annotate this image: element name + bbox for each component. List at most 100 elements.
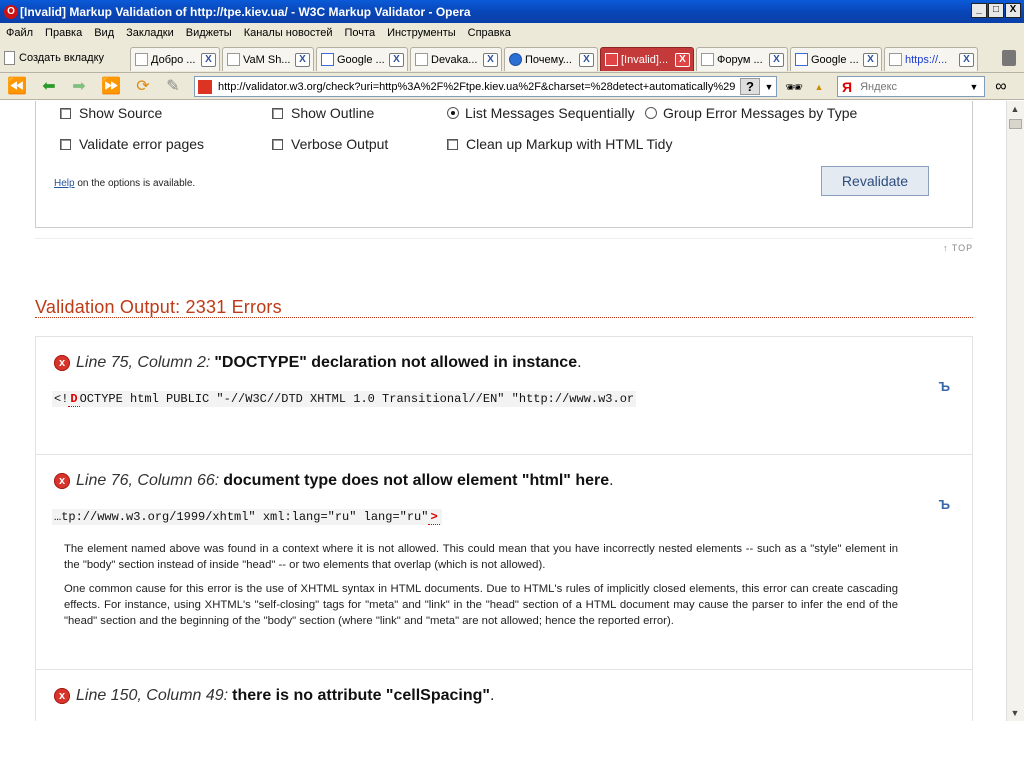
- radio-selected[interactable]: [447, 107, 459, 119]
- zoom-glasses-icon[interactable]: ∞: [990, 77, 1012, 97]
- vertical-scrollbar[interactable]: ▲ ▼: [1006, 101, 1024, 721]
- error-icon: x: [54, 355, 70, 371]
- menu-bookmarks[interactable]: Закладки: [120, 27, 180, 39]
- rewind-icon[interactable]: ⏪: [6, 77, 28, 97]
- edit-icon[interactable]: ✎: [162, 77, 184, 97]
- menu-mail[interactable]: Почта: [339, 27, 382, 39]
- minimize-button[interactable]: _: [971, 3, 987, 18]
- close-tab-icon[interactable]: X: [295, 52, 310, 67]
- explanation-toggle-icon[interactable]: Ъ: [939, 497, 950, 512]
- tab-label: Devaka...: [431, 53, 478, 66]
- divider: [35, 238, 973, 239]
- error-position-marker: >: [428, 510, 440, 525]
- rma-icon[interactable]: ▲: [808, 77, 830, 97]
- tab-2[interactable]: VaM Sh... X: [222, 47, 314, 71]
- maximize-button[interactable]: □: [988, 3, 1004, 18]
- tab-label: Google ...: [337, 53, 385, 66]
- help-icon[interactable]: ?: [740, 78, 760, 95]
- menu-view[interactable]: Вид: [88, 27, 120, 39]
- menu-file[interactable]: Файл: [0, 27, 39, 39]
- document-icon: [135, 53, 148, 66]
- tab-1[interactable]: Добро ... X: [130, 47, 220, 71]
- checkbox[interactable]: [447, 138, 458, 150]
- tab-7[interactable]: Форум ... X: [696, 47, 788, 71]
- option-list-sequential[interactable]: List Messages Sequentially: [447, 105, 635, 121]
- error-message: x Line 75, Column 2: "DOCTYPE" declarati…: [35, 336, 973, 455]
- tab-label: Добро ...: [151, 53, 196, 66]
- checkbox[interactable]: [60, 107, 71, 119]
- forward-icon[interactable]: ➡: [68, 77, 90, 97]
- option-group-by-type[interactable]: Group Error Messages by Type: [645, 105, 857, 121]
- option-show-source[interactable]: Show Source: [60, 105, 162, 121]
- document-icon: [415, 53, 428, 66]
- menu-tools[interactable]: Инструменты: [381, 27, 462, 39]
- menu-help[interactable]: Справка: [462, 27, 517, 39]
- error-explanation: The element named above was found in a c…: [64, 541, 898, 637]
- reload-icon[interactable]: ⟳: [132, 77, 154, 97]
- new-tab-button[interactable]: Создать вкладку: [4, 47, 124, 69]
- error-icon: x: [54, 473, 70, 489]
- fast-forward-icon[interactable]: ⏩: [100, 77, 122, 97]
- close-tab-icon[interactable]: X: [201, 52, 216, 67]
- back-icon[interactable]: ⬅: [38, 77, 60, 97]
- menu-bar: Файл Правка Вид Закладки Виджеты Каналы …: [0, 23, 1024, 43]
- tab-9[interactable]: https://... X: [884, 47, 978, 71]
- document-icon: [889, 53, 902, 66]
- explanation-toggle-icon[interactable]: Ъ: [939, 379, 950, 394]
- navigation-toolbar: ⏪ ⬅ ➡ ⏩ ⟳ ✎ http://validator.w3.org/chec…: [0, 73, 1024, 100]
- document-icon: [701, 53, 714, 66]
- close-tab-icon[interactable]: X: [863, 52, 878, 67]
- address-bar[interactable]: http://validator.w3.org/check?uri=http%3…: [194, 76, 777, 97]
- menu-feeds[interactable]: Каналы новостей: [238, 27, 339, 39]
- close-tab-icon[interactable]: X: [769, 52, 784, 67]
- document-icon: [4, 51, 15, 65]
- search-input[interactable]: [858, 79, 959, 94]
- scroll-thumb[interactable]: [1009, 119, 1022, 129]
- source-excerpt: <! D OCTYPE html PUBLIC "-//W3C//DTD XHTML…: [52, 391, 637, 407]
- error-text: document type does not allow element "ht…: [223, 472, 610, 489]
- search-dropdown-icon[interactable]: ▼: [966, 77, 982, 97]
- error-location: Line 76, Column 66: [76, 472, 215, 489]
- window-title: [Invalid] Markup Validation of http://tp…: [20, 4, 471, 19]
- close-tab-icon[interactable]: X: [675, 52, 690, 67]
- scroll-up-icon[interactable]: ▲: [1007, 101, 1023, 117]
- option-verbose-output[interactable]: Verbose Output: [272, 136, 388, 152]
- trash-icon[interactable]: [1002, 50, 1016, 66]
- close-tab-icon[interactable]: X: [389, 52, 404, 67]
- tab-8[interactable]: Google ... X: [790, 47, 882, 71]
- checkbox[interactable]: [272, 107, 283, 119]
- error-location: Line 75, Column 2: [76, 354, 206, 371]
- menu-edit[interactable]: Правка: [39, 27, 88, 39]
- option-validate-error-pages[interactable]: Validate error pages: [60, 136, 204, 152]
- window-title-bar[interactable]: O [Invalid] Markup Validation of http://…: [0, 0, 1024, 23]
- menu-widgets[interactable]: Виджеты: [180, 27, 238, 39]
- tab-6-active[interactable]: [Invalid]... X: [600, 47, 694, 71]
- tab-5[interactable]: Почему... X: [504, 47, 598, 71]
- tab-3[interactable]: Google ... X: [316, 47, 408, 71]
- divider: [35, 317, 973, 318]
- top-link[interactable]: ↑ TOP: [943, 243, 973, 253]
- tab-4[interactable]: Devaka... X: [410, 47, 502, 71]
- address-url[interactable]: http://validator.w3.org/check?uri=http%3…: [218, 81, 740, 93]
- spy-icon[interactable]: 🕶: [783, 77, 805, 97]
- close-tab-icon[interactable]: X: [959, 52, 974, 67]
- option-show-outline[interactable]: Show Outline: [272, 105, 374, 121]
- help-link[interactable]: Help: [54, 178, 75, 189]
- close-tab-icon[interactable]: X: [579, 52, 594, 67]
- new-tab-label: Создать вкладку: [19, 52, 105, 64]
- revalidate-button[interactable]: Revalidate: [821, 166, 929, 196]
- close-tab-icon[interactable]: X: [483, 52, 498, 67]
- close-window-button[interactable]: X: [1005, 3, 1021, 18]
- tab-label: VaM Sh...: [243, 53, 291, 66]
- checkbox[interactable]: [272, 138, 283, 150]
- error-position-marker: D: [68, 392, 80, 407]
- scroll-down-icon[interactable]: ▼: [1007, 705, 1023, 721]
- chevron-down-icon[interactable]: ▼: [762, 82, 776, 92]
- radio[interactable]: [645, 107, 657, 119]
- options-help-text: Help on the options is available.: [54, 178, 196, 189]
- tab-label: https://...: [905, 53, 948, 66]
- search-box[interactable]: Я: [837, 76, 985, 97]
- option-tidy[interactable]: Clean up Markup with HTML Tidy: [447, 136, 672, 152]
- validator-icon: [605, 53, 618, 66]
- checkbox[interactable]: [60, 138, 71, 150]
